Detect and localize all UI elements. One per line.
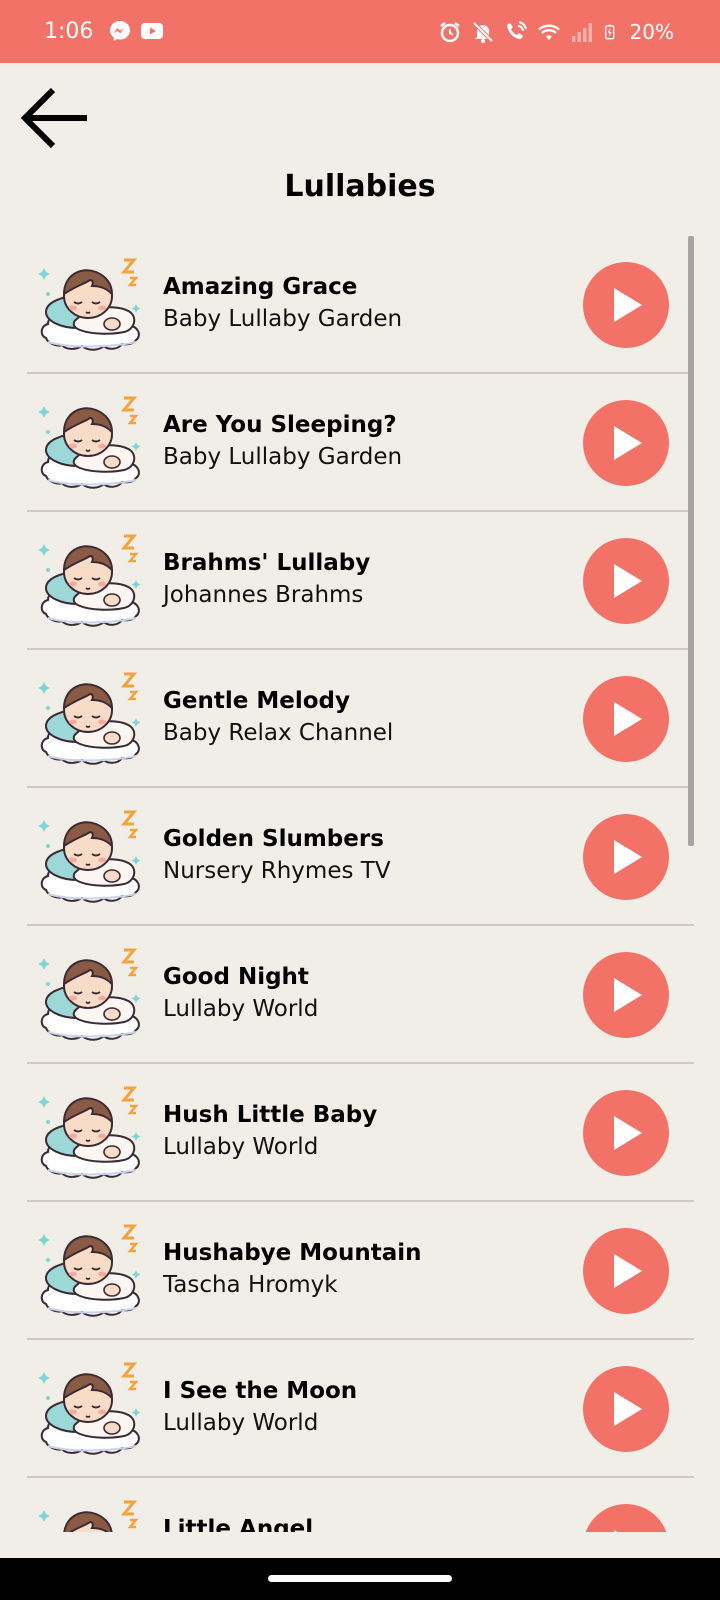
song-artist: Tascha Hromyk <box>163 1272 338 1298</box>
play-icon <box>614 702 642 736</box>
song-title: Hushabye Mountain <box>163 1240 422 1266</box>
song-artist: Lullaby World <box>163 996 319 1022</box>
play-icon <box>614 1392 642 1426</box>
home-indicator[interactable] <box>268 1575 452 1582</box>
song-list-item[interactable]: Good Night Lullaby World <box>27 926 694 1064</box>
wifi-calling-icon <box>506 21 527 39</box>
song-list-item[interactable]: Hush Little Baby Lullaby World <box>27 1064 694 1202</box>
play-button[interactable] <box>583 814 669 900</box>
song-title: Golden Slumbers <box>163 826 384 852</box>
song-artist: Johannes Brahms <box>163 582 364 608</box>
play-button[interactable] <box>583 1090 669 1176</box>
play-button[interactable] <box>583 676 669 762</box>
play-button[interactable] <box>583 538 669 624</box>
play-button[interactable] <box>583 1504 669 1532</box>
arrow-left-icon <box>20 87 87 149</box>
song-list-item[interactable]: Gentle Melody Baby Relax Channel <box>27 650 694 788</box>
song-title: Good Night <box>163 964 309 990</box>
play-icon <box>614 426 642 460</box>
navigation-bar <box>0 1558 720 1600</box>
play-button[interactable] <box>583 262 669 348</box>
song-artist: Nursery Rhymes TV <box>163 858 391 884</box>
wifi-icon <box>537 24 560 40</box>
play-icon <box>614 1530 618 1532</box>
sleeping-baby-thumbnail <box>38 948 141 1041</box>
sleeping-baby-thumbnail <box>38 1500 139 1532</box>
song-list-item[interactable]: Golden Slumbers Nursery Rhymes TV <box>27 788 694 926</box>
sleeping-baby-thumbnail <box>38 672 141 765</box>
song-artist: Baby Relax Channel <box>163 720 394 746</box>
play-icon <box>614 1254 642 1288</box>
song-artist: Lullaby World <box>163 1410 319 1436</box>
song-list-item[interactable]: Amazing Grace Baby Lullaby Garden <box>27 236 694 374</box>
play-icon <box>614 978 642 1012</box>
play-button[interactable] <box>583 952 669 1038</box>
sleeping-baby-thumbnail <box>38 1086 141 1179</box>
status-bar: 1:06 20% <box>0 0 720 63</box>
sleeping-baby-thumbnail <box>38 810 141 903</box>
play-icon <box>614 840 642 874</box>
play-icon <box>614 1116 642 1150</box>
notifications-off-icon <box>472 21 493 43</box>
play-icon <box>614 564 642 598</box>
song-title: I See the Moon <box>163 1378 358 1404</box>
status-time: 1:06 <box>44 19 94 44</box>
back-button[interactable] <box>14 78 96 158</box>
song-list-item[interactable]: Little Angel <box>27 1478 694 1532</box>
play-button[interactable] <box>583 1366 669 1452</box>
scrollbar[interactable] <box>688 236 694 846</box>
sleeping-baby-thumbnail <box>38 258 141 351</box>
sleeping-baby-thumbnail <box>38 534 141 627</box>
battery-percentage: 20% <box>629 20 674 44</box>
messenger-icon <box>110 21 130 41</box>
song-title: Hush Little Baby <box>163 1102 378 1128</box>
play-button[interactable] <box>583 400 669 486</box>
sleeping-baby-thumbnail <box>38 1362 141 1455</box>
song-artist: Lullaby World <box>163 1134 319 1160</box>
song-title: Amazing Grace <box>163 274 358 300</box>
song-list-item[interactable]: Brahms' Lullaby Johannes Brahms <box>27 512 694 650</box>
song-list-item[interactable]: Are You Sleeping? Baby Lullaby Garden <box>27 374 694 512</box>
song-title: Gentle Melody <box>163 688 350 714</box>
sleeping-baby-thumbnail <box>38 396 141 489</box>
song-title: Little Angel <box>163 1516 314 1532</box>
alarm-icon <box>439 22 460 43</box>
battery-charging-icon <box>604 24 614 40</box>
song-title: Brahms' Lullaby <box>163 550 371 576</box>
signal-icon <box>571 23 592 42</box>
song-list-item[interactable]: Hushabye Mountain Tascha Hromyk <box>27 1202 694 1340</box>
page-title: Lullabies <box>284 169 436 204</box>
youtube-icon <box>141 23 163 39</box>
play-icon <box>614 288 642 322</box>
song-list[interactable]: Amazing Grace Baby Lullaby Garden Are Yo… <box>27 236 694 1532</box>
song-artist: Baby Lullaby Garden <box>163 444 403 470</box>
play-button[interactable] <box>583 1228 669 1314</box>
song-title: Are You Sleeping? <box>163 412 397 438</box>
song-artist: Baby Lullaby Garden <box>163 306 403 332</box>
status-indicators: 20% <box>438 18 674 46</box>
status-app-icons <box>108 19 164 43</box>
sleeping-baby-thumbnail <box>38 1224 141 1317</box>
song-list-item[interactable]: I See the Moon Lullaby World <box>27 1340 694 1478</box>
